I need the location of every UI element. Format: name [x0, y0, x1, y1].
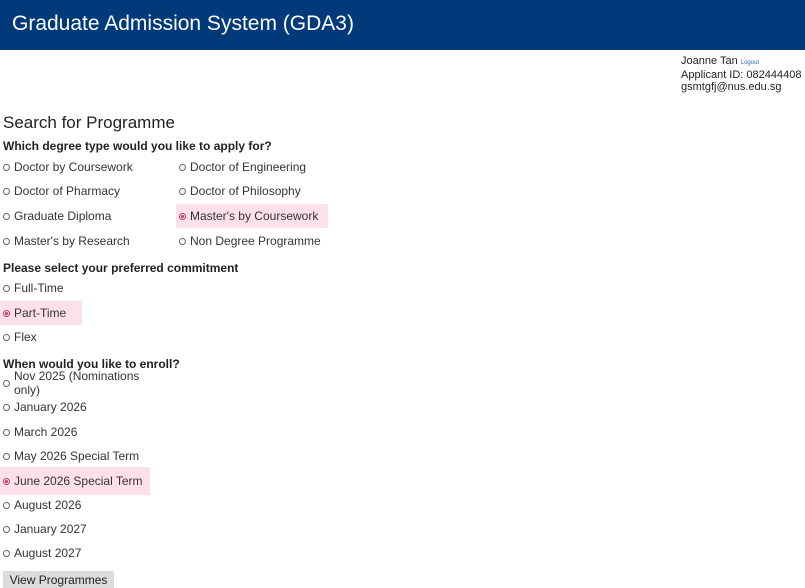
radio-icon: [3, 284, 10, 292]
app-header: Graduate Admission System (GDA3): [0, 0, 805, 50]
degree-option[interactable]: Graduate Diploma: [0, 204, 165, 228]
commitment-option[interactable]: Full-Time: [0, 276, 82, 300]
enroll-option[interactable]: May 2026 Special Term: [0, 444, 150, 468]
radio-icon: [3, 525, 10, 533]
option-label: January 2027: [14, 522, 87, 536]
degree-option[interactable]: Non Degree Programme: [176, 229, 328, 253]
option-label: August 2027: [14, 546, 82, 560]
option-label: May 2026 Special Term: [14, 449, 140, 463]
radio-icon: [3, 309, 10, 317]
degree-option[interactable]: Doctor of Engineering: [176, 155, 328, 179]
option-label: Master's by Research: [14, 234, 130, 248]
degree-option[interactable]: Doctor of Philosophy: [176, 179, 328, 203]
radio-icon: [3, 379, 10, 387]
commitment-question: Please select your preferred commitment: [3, 261, 239, 275]
radio-icon: [3, 452, 10, 460]
option-label: March 2026: [14, 425, 78, 439]
option-label: Doctor by Coursework: [14, 160, 133, 174]
app-title: Graduate Admission System (GDA3): [12, 12, 354, 35]
enroll-option[interactable]: August 2026: [0, 493, 150, 517]
commitment-option[interactable]: Flex: [0, 325, 82, 349]
degree-option[interactable]: Master's by Research: [0, 229, 165, 253]
page-title: Search for Programme: [3, 113, 175, 132]
option-label: Part-Time: [14, 306, 67, 320]
user-email: gsmtgfj@nus.edu.sg: [681, 81, 782, 93]
view-programmes-button[interactable]: View Programmes: [3, 571, 114, 588]
radio-icon: [3, 212, 10, 220]
option-label: June 2026 Special Term: [14, 474, 143, 488]
option-label: Full-Time: [14, 281, 64, 295]
user-info: Joanne Tan Logout Applicant ID: 08244440…: [681, 55, 801, 93]
logout-link[interactable]: Logout: [741, 60, 759, 66]
option-label: January 2026: [14, 400, 87, 414]
option-label: Doctor of Engineering: [190, 160, 307, 174]
radio-icon: [3, 187, 10, 195]
enroll-option[interactable]: January 2027: [0, 517, 150, 541]
enroll-option[interactable]: March 2026: [0, 420, 150, 444]
radio-icon: [3, 237, 10, 245]
applicant-id: Applicant ID: 082444408: [681, 69, 802, 81]
option-label: Non Degree Programme: [190, 234, 321, 248]
user-name: Joanne Tan: [681, 55, 738, 67]
enroll-option[interactable]: June 2026 Special Term: [0, 467, 150, 495]
option-label: Doctor of Pharmacy: [14, 184, 121, 198]
radio-icon: [3, 428, 10, 436]
option-label: Nov 2025 (Nominations only): [14, 369, 140, 397]
radio-icon: [179, 212, 186, 220]
radio-icon: [3, 549, 10, 557]
option-label: Doctor of Philosophy: [190, 184, 301, 198]
option-label: Graduate Diploma: [14, 209, 112, 223]
commitment-option[interactable]: Part-Time: [0, 301, 82, 325]
degree-option[interactable]: Doctor by Coursework: [0, 155, 165, 179]
enroll-option[interactable]: Nov 2025 (Nominations only): [0, 369, 168, 397]
option-label: August 2026: [14, 498, 82, 512]
radio-icon: [179, 187, 186, 195]
radio-icon: [3, 501, 10, 509]
radio-icon: [179, 163, 186, 171]
radio-icon: [3, 333, 10, 341]
radio-icon: [3, 403, 10, 411]
option-label: Master's by Coursework: [190, 209, 319, 223]
enroll-option[interactable]: January 2026: [0, 395, 150, 419]
radio-icon: [3, 477, 10, 485]
degree-question: Which degree type would you like to appl…: [3, 139, 272, 153]
degree-option[interactable]: Doctor of Pharmacy: [0, 179, 165, 203]
degree-option[interactable]: Master's by Coursework: [176, 204, 328, 228]
radio-icon: [179, 237, 186, 245]
option-label: Flex: [14, 330, 37, 344]
radio-icon: [3, 163, 10, 171]
enroll-option[interactable]: August 2027: [0, 541, 150, 565]
